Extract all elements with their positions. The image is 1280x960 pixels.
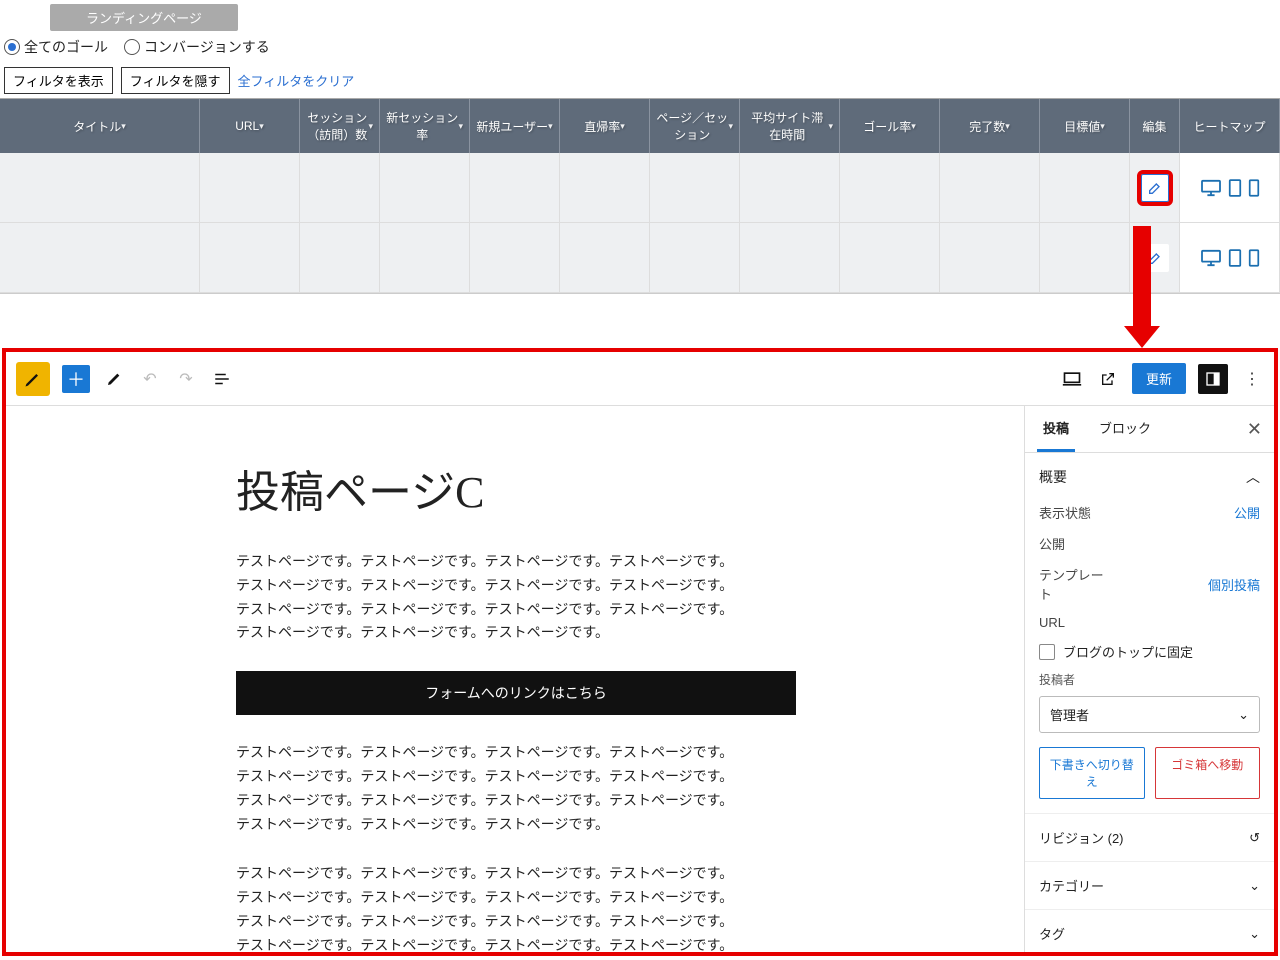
author-select[interactable]: 管理者 ⌄	[1039, 696, 1260, 733]
editor-topbar: ＋ ↶ ↷ 更新 ⋮	[6, 352, 1274, 406]
tag-toggle[interactable]: タグ ⌄	[1025, 910, 1274, 952]
clear-filters-link[interactable]: 全フィルタをクリア	[238, 71, 355, 90]
goal-radio-group: 全てのゴール コンバージョンする	[0, 31, 1280, 63]
show-filters-button[interactable]: フィルタを表示	[4, 67, 113, 94]
paragraph-block[interactable]: テストページです。テストページです。テストページです。テストページです。 テスト…	[236, 862, 796, 952]
paragraph-block[interactable]: テストページです。テストページです。テストページです。テストページです。 テスト…	[236, 550, 796, 645]
redo-icon[interactable]: ↷	[174, 367, 198, 391]
col-heatmap: ヒートマップ	[1180, 99, 1280, 153]
col-goal-value[interactable]: 目標値	[1040, 99, 1130, 153]
heatmap-icons[interactable]	[1180, 153, 1279, 222]
tablet-icon	[1228, 179, 1242, 197]
desktop-icon	[1200, 249, 1222, 267]
visibility-value[interactable]: 公開	[1234, 503, 1260, 522]
col-bounce[interactable]: 直帰率	[560, 99, 650, 153]
landing-page-tab[interactable]: ランディングページ	[50, 4, 238, 31]
chevron-up-icon: ︿	[1246, 467, 1260, 487]
template-value[interactable]: 個別投稿	[1208, 575, 1260, 594]
form-link-button[interactable]: フォームへのリンクはこちら	[236, 671, 796, 715]
radio-conv-label: コンバージョンする	[144, 37, 270, 57]
heatmap-icons[interactable]	[1180, 223, 1279, 292]
chevron-down-icon: ⌄	[1249, 878, 1260, 894]
radio-checked-icon	[4, 39, 20, 55]
sticky-checkbox[interactable]: ブログのトップに固定	[1039, 636, 1260, 667]
checkbox-icon	[1039, 644, 1055, 660]
pencil-icon	[23, 369, 43, 389]
tab-block[interactable]: ブロック	[1093, 406, 1157, 452]
mobile-icon	[1248, 179, 1260, 197]
radio-unchecked-icon	[124, 39, 140, 55]
tablet-icon	[1228, 249, 1242, 267]
col-new-users[interactable]: 新規ユーザー	[470, 99, 560, 153]
visibility-label: 表示状態	[1039, 503, 1091, 522]
desktop-icon	[1200, 179, 1222, 197]
trash-button[interactable]: ゴミ箱へ移動	[1155, 747, 1261, 799]
publish-label: 公開	[1039, 534, 1065, 553]
col-edit: 編集	[1130, 99, 1180, 153]
external-link-icon[interactable]	[1096, 367, 1120, 391]
col-completions[interactable]: 完了数	[940, 99, 1040, 153]
grid-body	[0, 153, 1280, 294]
author-label: 投稿者	[1039, 667, 1260, 692]
col-avg-duration[interactable]: 平均サイト滞在時間	[740, 99, 840, 153]
template-label: テンプレート	[1039, 565, 1109, 603]
mobile-icon	[1248, 249, 1260, 267]
paragraph-block[interactable]: テストページです。テストページです。テストページです。テストページです。 テスト…	[236, 741, 796, 836]
editor-window: ＋ ↶ ↷ 更新 ⋮ 投稿ページC	[2, 348, 1278, 956]
more-menu-icon[interactable]: ⋮	[1240, 367, 1264, 391]
col-new-session-rate[interactable]: 新セッション率	[380, 99, 470, 153]
filter-row: フィルタを表示 フィルタを隠す 全フィルタをクリア	[0, 63, 1280, 98]
settings-toggle-button[interactable]	[1198, 364, 1228, 394]
chevron-down-icon: ⌄	[1249, 926, 1260, 942]
undo-icon[interactable]: ↶	[138, 367, 162, 391]
update-button[interactable]: 更新	[1132, 363, 1186, 394]
radio-conversion[interactable]: コンバージョンする	[124, 37, 270, 57]
outline-icon[interactable]	[210, 367, 234, 391]
tab-post[interactable]: 投稿	[1037, 406, 1075, 452]
col-title[interactable]: タイトル	[0, 99, 200, 153]
add-block-button[interactable]: ＋	[62, 365, 90, 393]
post-title[interactable]: 投稿ページC	[236, 456, 1024, 520]
editor-canvas[interactable]: 投稿ページC テストページです。テストページです。テストページです。テストページ…	[6, 406, 1024, 952]
close-sidebar-icon[interactable]: ✕	[1247, 419, 1262, 440]
radio-all-label: 全てのゴール	[24, 37, 108, 57]
revisions-toggle[interactable]: リビジョン (2) ↺	[1025, 814, 1274, 862]
col-url[interactable]: URL	[200, 99, 300, 153]
col-sessions[interactable]: セッション（訪問）数	[300, 99, 380, 153]
history-icon: ↺	[1249, 830, 1260, 846]
hide-filters-button[interactable]: フィルタを隠す	[121, 67, 230, 94]
edit-mode-icon[interactable]	[102, 367, 126, 391]
col-pages-session[interactable]: ページ／セッション	[650, 99, 740, 153]
radio-all-goals[interactable]: 全てのゴール	[4, 37, 108, 57]
editor-logo[interactable]	[16, 362, 50, 396]
switch-draft-button[interactable]: 下書きへ切り替え	[1039, 747, 1145, 799]
chevron-down-icon: ⌄	[1238, 707, 1249, 723]
table-row	[0, 153, 1280, 223]
laptop-preview-icon[interactable]	[1060, 367, 1084, 391]
pencil-square-icon	[1147, 180, 1163, 196]
arrow-annotation	[1133, 226, 1160, 348]
col-goal-rate[interactable]: ゴール率	[840, 99, 940, 153]
grid-header: タイトル URL セッション（訪問）数 新セッション率 新規ユーザー 直帰率 ペ…	[0, 98, 1280, 153]
sidebar-icon	[1205, 371, 1221, 387]
edit-button[interactable]	[1141, 174, 1169, 202]
summary-toggle[interactable]: 概要 ︿	[1039, 467, 1260, 487]
category-toggle[interactable]: カテゴリー ⌄	[1025, 862, 1274, 910]
settings-sidebar: 投稿 ブロック ✕ 概要 ︿ 表示状態 公開 公開	[1024, 406, 1274, 952]
url-label: URL	[1039, 615, 1065, 630]
table-row	[0, 223, 1280, 293]
